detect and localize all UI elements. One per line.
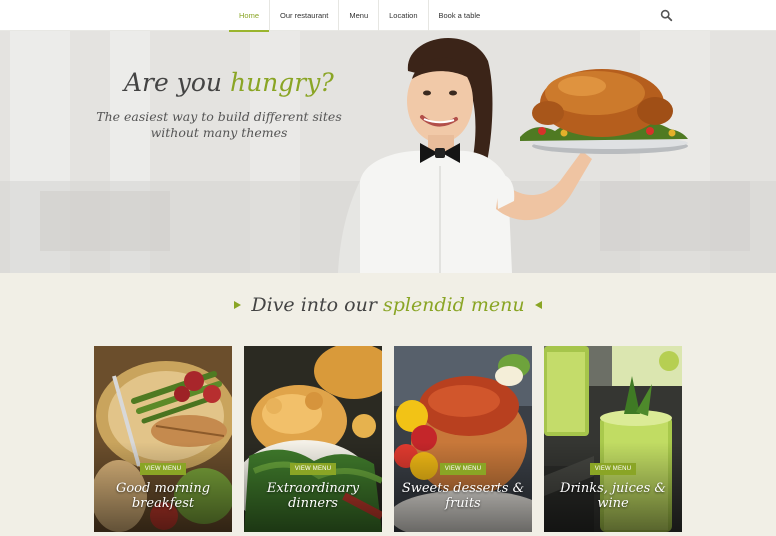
card-title-line: Sweets desserts & bbox=[401, 481, 525, 496]
waitress-with-turkey-image bbox=[338, 37, 688, 273]
hero-subtitle-line: The easiest way to build different sites bbox=[96, 109, 342, 124]
right-arrow-icon bbox=[234, 301, 242, 309]
nav-item-label: Our restaurant bbox=[280, 11, 329, 20]
card-title: Good morning breakfest bbox=[98, 481, 228, 511]
nav-menu: Home Our restaurant Menu Location Book a… bbox=[229, 0, 491, 32]
nav-item-our-restaurant[interactable]: Our restaurant bbox=[269, 0, 338, 31]
menu-card-desserts[interactable]: VIEW MENU Sweets desserts & fruits bbox=[394, 346, 532, 532]
nav-item-book-a-table[interactable]: Book a table bbox=[427, 0, 491, 31]
card-title: Sweets desserts & fruits bbox=[398, 481, 528, 511]
card-title-line: Good morning bbox=[115, 481, 211, 496]
nav-item-label: Location bbox=[389, 11, 418, 20]
nav-item-location[interactable]: Location bbox=[378, 0, 427, 31]
card-title: Extraordinary dinners bbox=[248, 481, 378, 511]
hero-subtitle-line: without many themes bbox=[150, 125, 288, 140]
view-menu-button[interactable]: VIEW MENU bbox=[590, 463, 636, 475]
menu-card-breakfast[interactable]: VIEW MENU Good morning breakfest bbox=[94, 346, 232, 532]
hero-subtitle: The easiest way to build different sites… bbox=[96, 109, 342, 141]
card-title-line: dinners bbox=[288, 496, 338, 511]
hero-title-prefix: Are you bbox=[124, 68, 230, 97]
nav-item-label: Menu bbox=[349, 11, 369, 20]
menu-card-dinners[interactable]: VIEW MENU Extraordinary dinners bbox=[244, 346, 382, 532]
view-menu-button[interactable]: VIEW MENU bbox=[140, 463, 186, 475]
top-navigation: Home Our restaurant Menu Location Book a… bbox=[0, 0, 776, 32]
left-arrow-icon bbox=[534, 301, 542, 309]
card-title-line: Drinks, juices & bbox=[560, 481, 666, 496]
view-menu-button[interactable]: VIEW MENU bbox=[290, 463, 336, 475]
nav-item-label: Home bbox=[239, 11, 260, 20]
menu-card-drinks[interactable]: VIEW MENU Drinks, juices & wine bbox=[544, 346, 682, 532]
card-title-line: breakfest bbox=[131, 496, 195, 511]
menu-section-heading: Dive into our splendid menu bbox=[0, 294, 776, 316]
menu-cards: VIEW MENU Good morning breakfest VIEW ME… bbox=[94, 346, 682, 532]
view-menu-button[interactable]: VIEW MENU bbox=[440, 463, 486, 475]
card-title-line: Extraordinary bbox=[266, 481, 360, 496]
hero-title-accent: hungry? bbox=[229, 68, 334, 97]
search-icon[interactable] bbox=[660, 9, 673, 22]
nav-item-home[interactable]: Home bbox=[229, 0, 270, 32]
card-title-line: fruits bbox=[445, 496, 481, 511]
card-title-line: wine bbox=[597, 496, 629, 511]
menu-heading-text: Dive into our splendid menu bbox=[251, 294, 524, 316]
menu-heading-prefix: Dive into our bbox=[251, 294, 383, 316]
nav-item-menu[interactable]: Menu bbox=[338, 0, 378, 31]
menu-heading-accent: splendid menu bbox=[382, 294, 525, 316]
hero-title: Are you hungry? bbox=[124, 68, 334, 97]
hero-banner: Are you hungry? The easiest way to build… bbox=[0, 31, 776, 273]
card-title: Drinks, juices & wine bbox=[548, 481, 678, 511]
nav-item-label: Book a table bbox=[438, 11, 481, 20]
